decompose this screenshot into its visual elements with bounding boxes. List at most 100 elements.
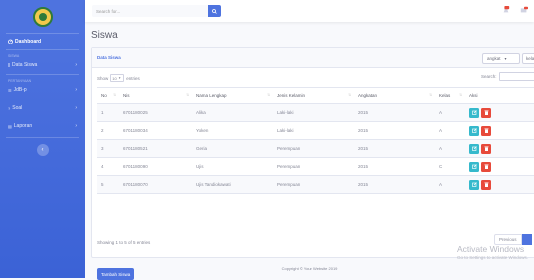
cell-nis: 6701180025 (119, 103, 192, 122)
edit-button[interactable] (469, 161, 479, 172)
column-header-nama[interactable]: Nama Lengkap ⇅ (192, 87, 273, 104)
caret-down-icon: ▾ (118, 76, 121, 80)
table-row: 1 6701180025 Alika Laki-laki 2015 A (97, 103, 534, 122)
cell-kelas: A (435, 121, 465, 140)
entries-length-select[interactable]: 10 ▾ (110, 74, 125, 82)
column-header-kelas[interactable]: Kelas ⇅ (435, 87, 465, 104)
sidebar-toggle-button[interactable]: ‹ (36, 144, 49, 156)
cell-jenis-kelamin: Laki-laki (273, 103, 354, 122)
sidebar-item-label: JdB-p (13, 87, 27, 93)
delete-button[interactable] (481, 161, 491, 172)
edit-icon (471, 182, 477, 187)
cell-aksi (465, 157, 534, 176)
cell-angkatan: 2015 (354, 157, 435, 176)
sidebar-item-laporan[interactable]: ▤ Laporan › (0, 119, 85, 133)
bell-icon[interactable] (502, 6, 510, 14)
delete-button[interactable] (481, 143, 491, 154)
chevron-right-icon: › (75, 123, 77, 129)
search-icon (212, 8, 217, 14)
footer-copyright: Copyright © Your Website 2019 (281, 266, 338, 271)
envelope-icon[interactable] (520, 6, 528, 14)
watermark-subtitle: Go to Settings to activate Windows. (457, 255, 529, 260)
table-info: Showing 1 to 5 of 5 entries (97, 240, 151, 245)
entries-length-value: 10 (112, 75, 117, 81)
sidebar-brand[interactable] (0, 0, 85, 33)
kelas-filter-value: kelas (526, 56, 534, 61)
cell-nis: 6701180070 (119, 175, 192, 194)
cell-no: 3 (97, 139, 119, 158)
edit-button[interactable] (469, 125, 479, 136)
trash-icon (484, 164, 488, 169)
cell-angkatan: 2015 (354, 103, 435, 122)
column-header-no[interactable]: No ⇅ (97, 87, 119, 104)
cell-kelas: C (435, 157, 465, 176)
sidebar-item-jdbp[interactable]: ☰ JdB-p › (0, 83, 85, 97)
cell-jenis-kelamin: Perempuan (273, 175, 354, 194)
table-search-label: Search: (481, 74, 497, 79)
list-icon: ☰ (8, 87, 12, 93)
main-content: Siswa Data Siswa angkat ▾ kelas Show 10 … (85, 22, 534, 280)
caret-down-icon: ▾ (504, 56, 507, 61)
cell-jenis-kelamin: Perempuan (273, 139, 354, 158)
cell-nama: Ujis Tandiokawati (192, 175, 273, 194)
sidebar-item-data-siswa[interactable]: ⁑ Data Siswa › (0, 58, 85, 72)
edit-icon (471, 128, 477, 133)
edit-button[interactable] (469, 179, 479, 190)
edit-button[interactable] (469, 107, 479, 118)
column-header-nis[interactable]: Nis ⇅ (119, 87, 192, 104)
search-input[interactable]: Search for... (92, 5, 208, 17)
watermark-title: Activate Windows (457, 244, 525, 254)
users-icon: ⁑ (8, 62, 10, 68)
column-header-jenis-kelamin[interactable]: Jenis Kelamin ⇅ (273, 87, 354, 104)
table-search: Search: (481, 72, 534, 81)
angkatan-filter-select[interactable]: angkat ▾ (482, 53, 520, 64)
table-search-input[interactable] (498, 72, 534, 81)
search-button[interactable] (208, 5, 221, 17)
cell-jenis-kelamin: Laki-laki (273, 121, 354, 140)
cell-nama: Geria (192, 139, 273, 158)
cell-no: 2 (97, 121, 119, 140)
cell-nama: Alika (192, 103, 273, 122)
cell-aksi (465, 103, 534, 122)
table-row: 3 6701180521 Geria Perempuan 2015 A (97, 139, 534, 158)
sidebar: Dashboard SISWA ⁑ Data Siswa › PERTANYAA… (0, 0, 85, 278)
length-control: Show 10 ▾ entries (97, 74, 140, 82)
delete-button[interactable] (481, 179, 491, 190)
sidebar-item-dashboard[interactable]: Dashboard (0, 34, 85, 49)
chevron-right-icon: › (75, 87, 77, 93)
cell-nama: Ujis (192, 157, 273, 176)
cell-nis: 6701180034 (119, 121, 192, 140)
sidebar-divider (6, 137, 79, 138)
edit-button[interactable] (469, 143, 479, 154)
sidebar-item-label: Data Siswa (12, 62, 38, 68)
kelas-filter-select[interactable]: kelas (522, 53, 534, 64)
siswa-table: No ⇅ Nis ⇅ Nama Lengkap ⇅ Jenis Kelamin ⇅ An… (97, 87, 534, 194)
delete-button[interactable] (481, 107, 491, 118)
cell-aksi (465, 121, 534, 140)
chevron-left-icon: ‹ (41, 147, 44, 153)
trash-icon (484, 110, 488, 115)
windows-activation-watermark: Activate Windows Go to Settings to activ… (457, 244, 528, 260)
cell-kelas: A (435, 139, 465, 158)
cell-aksi (465, 139, 534, 158)
dashboard-icon (8, 39, 13, 44)
school-logo-icon (32, 6, 53, 27)
data-siswa-card: Data Siswa angkat ▾ kelas Show 10 ▾ entr… (91, 47, 534, 280)
trash-icon (484, 182, 488, 187)
column-header-aksi: Aksi (465, 87, 534, 104)
delete-button[interactable] (481, 125, 491, 136)
sidebar-item-label: Dashboard (15, 38, 42, 45)
page-title: Siswa (91, 30, 118, 41)
table-row: 2 6701180034 Yoken Laki-laki 2015 A (97, 121, 534, 140)
entries-label: entries (126, 75, 140, 81)
cell-kelas: A (435, 175, 465, 194)
edit-icon (471, 146, 477, 151)
edit-icon (471, 110, 477, 115)
sidebar-item-label: Laporan (13, 123, 33, 129)
trash-icon (484, 146, 488, 151)
chevron-right-icon: › (75, 62, 77, 68)
question-icon: ? (8, 105, 11, 111)
angkatan-filter-value: angkat (487, 56, 501, 61)
column-header-angkatan[interactable]: Angkatan ⇅ (354, 87, 435, 104)
sidebar-item-soal[interactable]: ? Soal › (0, 101, 85, 115)
